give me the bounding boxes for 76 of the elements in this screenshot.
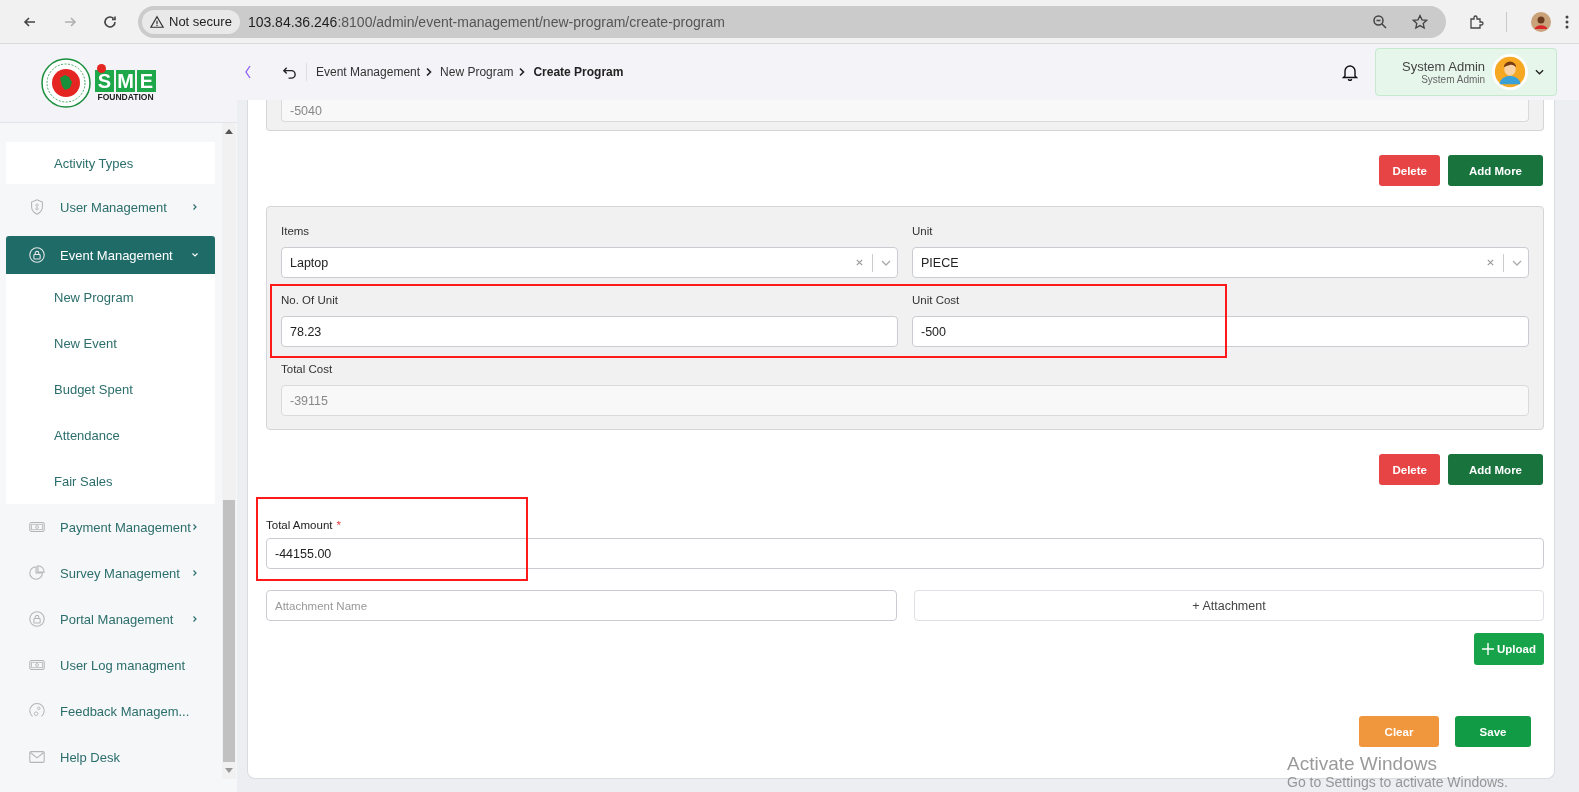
chevron-icon <box>425 67 434 77</box>
sidebar-item[interactable]: Payment Management <box>6 504 215 550</box>
delete-button[interactable]: Delete <box>1379 155 1440 186</box>
caret-icon <box>1535 69 1545 75</box>
user-menu[interactable]: System Admin System Admin <box>1375 48 1557 96</box>
upload-button[interactable]: Upload <box>1474 633 1544 665</box>
star-icon[interactable] <box>1412 13 1428 30</box>
security-label: Not secure <box>169 14 232 29</box>
url-text: 103.84.36.246:8100/admin/event-management/new-program/create-program <box>247 13 725 30</box>
field-label: Total Amount <box>266 519 333 531</box>
breadcrumb-current: Create Program <box>533 65 624 79</box>
clear-icon[interactable] <box>855 258 864 267</box>
chevron-icon <box>191 615 199 623</box>
sidebar-item[interactable]: Event Management <box>6 236 215 274</box>
save-button[interactable]: Save <box>1455 716 1531 747</box>
input-field[interactable]: -500 <box>912 316 1529 347</box>
user-role: System Admin <box>1421 74 1486 85</box>
sidebar-item[interactable]: Portal Management <box>6 596 215 642</box>
submenu-item[interactable]: New Program <box>6 274 215 320</box>
shield-icon <box>28 198 46 216</box>
chevron-icon <box>191 203 199 211</box>
select-field[interactable]: Laptop <box>281 247 898 278</box>
input-field[interactable]: 78.23 <box>281 316 898 347</box>
security-chip[interactable]: Not secure <box>142 9 240 34</box>
breadcrumb-link[interactable]: New Program <box>440 65 514 79</box>
profile-avatar-icon[interactable] <box>1531 11 1551 32</box>
field-label: Items <box>281 225 311 237</box>
submenu-item[interactable]: New Event <box>6 320 215 366</box>
field-label: Total Cost <box>281 363 334 375</box>
clear-icon[interactable] <box>1486 258 1495 267</box>
sidebar-item[interactable]: Survey Management <box>6 550 215 596</box>
zoom-icon[interactable] <box>1372 13 1388 30</box>
plus-icon <box>1482 643 1494 655</box>
add-more-button[interactable]: Add More <box>1448 454 1543 485</box>
delete-button[interactable]: Delete <box>1379 454 1440 485</box>
sidebar-item[interactable]: Feedback Managem... <box>6 688 215 734</box>
chevron-icon <box>191 569 199 577</box>
readonly-field: -5040 <box>281 100 1529 122</box>
activation-notice-title: Activate Windows <box>1287 754 1438 775</box>
field-label: Unit Cost <box>912 294 961 306</box>
add-attachment-button[interactable]: + Attachment <box>914 590 1544 621</box>
required-mark: * <box>336 519 341 531</box>
lock-icon <box>28 246 46 264</box>
sme-logo: S M E FOUNDATION <box>95 64 156 102</box>
input-field[interactable]: -44155.00 <box>266 538 1544 569</box>
submenu-item[interactable]: Attendance <box>6 412 215 458</box>
submenu-item[interactable]: Budget Spent <box>6 366 215 412</box>
readonly-field: -39115 <box>281 385 1529 416</box>
breadcrumb-link[interactable]: Event Management <box>316 65 421 79</box>
collapse-sidebar-icon[interactable] <box>244 64 252 80</box>
submenu-item[interactable]: Fair Sales <box>6 458 215 504</box>
extensions-icon[interactable] <box>1468 13 1484 30</box>
address-bar[interactable]: Not secure 103.84.36.246:8100/admin/event-management/new-program/create-program <box>138 5 1446 38</box>
add-more-button[interactable]: Add More <box>1448 155 1543 186</box>
emblem-icon <box>41 58 91 108</box>
avatar-icon <box>1491 53 1530 91</box>
lock-icon <box>28 610 46 628</box>
chevron-icon <box>191 251 199 259</box>
submenu-item[interactable]: Activity Types <box>6 142 215 184</box>
menu-icon[interactable] <box>1565 13 1569 30</box>
select-field[interactable]: PIECE <box>912 247 1529 278</box>
notification-bell-icon[interactable] <box>1342 63 1358 81</box>
chevron-icon <box>191 523 199 531</box>
activation-notice-text: Go to Settings to activate Windows. <box>1287 774 1508 791</box>
user-name: System Admin <box>1402 59 1486 74</box>
mail-icon <box>28 748 46 766</box>
attachment-name-field[interactable]: Attachment Name <box>266 590 897 621</box>
field-label: Unit <box>912 225 934 237</box>
warning-icon <box>150 14 164 29</box>
sidebar-item[interactable]: Help Desk <box>6 734 215 780</box>
sidebar-item[interactable]: User Log managment <box>6 642 215 688</box>
chevron-icon <box>518 67 527 77</box>
sidebar-item[interactable]: User Management <box>6 184 215 230</box>
pie-chart-icon <box>28 564 46 582</box>
field-label: No. Of Unit <box>281 294 339 306</box>
reload-icon[interactable] <box>102 13 118 30</box>
